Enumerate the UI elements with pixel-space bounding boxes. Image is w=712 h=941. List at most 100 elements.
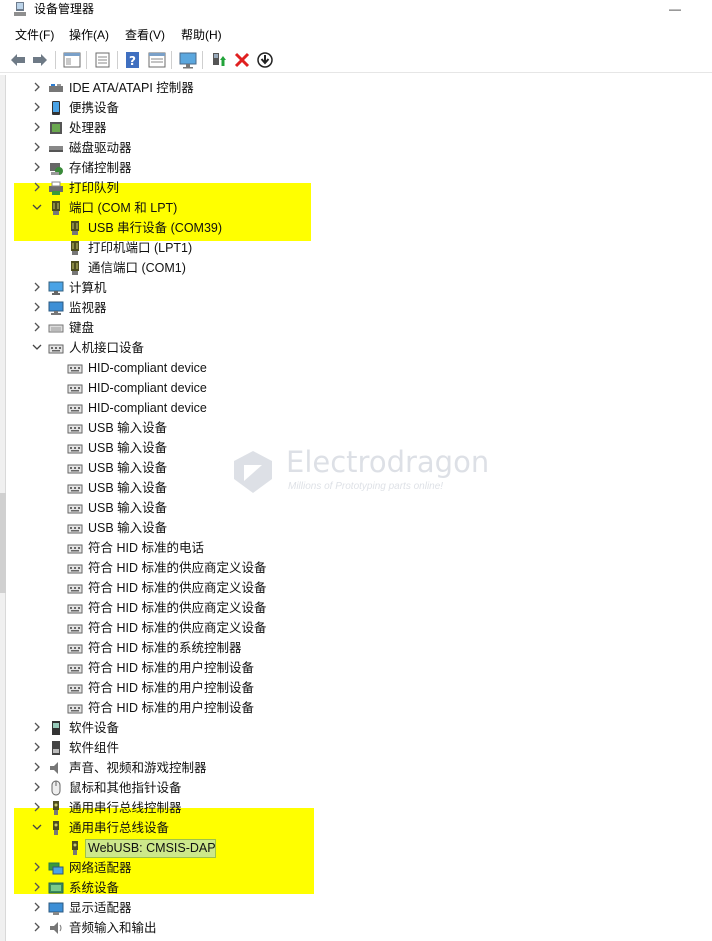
forward-icon[interactable] bbox=[30, 51, 50, 69]
tree-item-label: 打印队列 bbox=[69, 181, 120, 195]
tree-device-27[interactable]: 符合 HID 标准的供应商定义设备 bbox=[0, 618, 712, 638]
tree-category-5[interactable]: 打印队列 bbox=[0, 178, 712, 198]
collapse-chevron-icon[interactable] bbox=[31, 200, 43, 214]
tree-device-26[interactable]: 符合 HID 标准的供应商定义设备 bbox=[0, 598, 712, 618]
expand-chevron-icon[interactable] bbox=[31, 720, 43, 734]
uninstall-x-icon[interactable] bbox=[232, 51, 252, 69]
tree-device-31[interactable]: 符合 HID 标准的用户控制设备 bbox=[0, 698, 712, 718]
collapse-chevron-icon[interactable] bbox=[31, 340, 43, 354]
menu-view[interactable]: 查看(V) bbox=[125, 28, 165, 42]
tree-device-16[interactable]: HID-compliant device bbox=[0, 398, 712, 418]
tree-device-25[interactable]: 符合 HID 标准的供应商定义设备 bbox=[0, 578, 712, 598]
tree-device-18[interactable]: USB 输入设备 bbox=[0, 438, 712, 458]
expand-chevron-icon[interactable] bbox=[31, 160, 43, 174]
expand-chevron-icon[interactable] bbox=[31, 140, 43, 154]
expand-chevron-icon[interactable] bbox=[31, 740, 43, 754]
tree-device-19[interactable]: USB 输入设备 bbox=[0, 458, 712, 478]
tree-device-22[interactable]: USB 输入设备 bbox=[0, 518, 712, 538]
tree-category-34[interactable]: 声音、视频和游戏控制器 bbox=[0, 758, 712, 778]
device-manager-app-icon bbox=[14, 2, 26, 16]
tree-category-6[interactable]: 端口 (COM 和 LPT) bbox=[0, 198, 712, 218]
help-icon[interactable]: ? bbox=[124, 51, 144, 69]
portable-device-icon bbox=[52, 101, 60, 115]
tree-category-37[interactable]: 通用串行总线设备 bbox=[0, 818, 712, 838]
hid-icon bbox=[67, 704, 83, 714]
tree-category-39[interactable]: 网络适配器 bbox=[0, 858, 712, 878]
tree-category-10[interactable]: 计算机 bbox=[0, 278, 712, 298]
expand-chevron-icon[interactable] bbox=[31, 800, 43, 814]
tree-item-label: 处理器 bbox=[69, 121, 107, 135]
tree-device-7[interactable]: USB 串行设备 (COM39) bbox=[0, 218, 712, 238]
tree-category-0[interactable]: IDE ATA/ATAPI 控制器 bbox=[0, 78, 712, 98]
tree-category-1[interactable]: 便携设备 bbox=[0, 98, 712, 118]
tree-device-30[interactable]: 符合 HID 标准的用户控制设备 bbox=[0, 678, 712, 698]
tree-device-17[interactable]: USB 输入设备 bbox=[0, 418, 712, 438]
toolbar-separator bbox=[86, 51, 87, 69]
properties-icon[interactable] bbox=[147, 51, 167, 69]
tree-category-2[interactable]: 处理器 bbox=[0, 118, 712, 138]
tree-category-36[interactable]: 通用串行总线控制器 bbox=[0, 798, 712, 818]
expand-chevron-icon[interactable] bbox=[31, 300, 43, 314]
expand-chevron-icon[interactable] bbox=[31, 280, 43, 294]
hid-icon bbox=[67, 544, 83, 554]
tree-device-21[interactable]: USB 输入设备 bbox=[0, 498, 712, 518]
expand-chevron-icon[interactable] bbox=[31, 780, 43, 794]
toolbar: ? bbox=[0, 47, 712, 73]
menu-file[interactable]: 文件(F) bbox=[15, 28, 54, 42]
tree-category-3[interactable]: 磁盘驱动器 bbox=[0, 138, 712, 158]
expand-chevron-icon[interactable] bbox=[31, 900, 43, 914]
tree-item-label: 符合 HID 标准的系统控制器 bbox=[88, 641, 242, 655]
tree-item-label: HID-compliant device bbox=[88, 381, 207, 395]
tree-device-9[interactable]: 通信端口 (COM1) bbox=[0, 258, 712, 278]
hid-icon bbox=[67, 364, 83, 374]
tree-item-label: WebUSB: CMSIS-DAP bbox=[88, 841, 216, 855]
expand-chevron-icon[interactable] bbox=[31, 180, 43, 194]
tree-device-28[interactable]: 符合 HID 标准的系统控制器 bbox=[0, 638, 712, 658]
collapse-chevron-icon[interactable] bbox=[31, 820, 43, 834]
tree-category-13[interactable]: 人机接口设备 bbox=[0, 338, 712, 358]
tree-item-label: 符合 HID 标准的供应商定义设备 bbox=[88, 561, 267, 575]
menu-action[interactable]: 操作(A) bbox=[69, 28, 109, 42]
back-icon[interactable] bbox=[8, 51, 28, 69]
software-component-icon bbox=[52, 741, 60, 755]
tree-category-33[interactable]: 软件组件 bbox=[0, 738, 712, 758]
tree-category-42[interactable]: 音频输入和输出 bbox=[0, 918, 712, 938]
expand-chevron-icon[interactable] bbox=[31, 860, 43, 874]
minimize-button[interactable]: — bbox=[652, 0, 698, 22]
tree-category-32[interactable]: 软件设备 bbox=[0, 718, 712, 738]
tree-device-29[interactable]: 符合 HID 标准的用户控制设备 bbox=[0, 658, 712, 678]
expand-chevron-icon[interactable] bbox=[31, 760, 43, 774]
properties-window-icon[interactable] bbox=[62, 51, 82, 69]
expand-chevron-icon[interactable] bbox=[31, 100, 43, 114]
expand-chevron-icon[interactable] bbox=[31, 320, 43, 334]
tree-item-label: 监视器 bbox=[69, 301, 107, 315]
update-driver-icon[interactable] bbox=[209, 51, 229, 69]
tree-category-4[interactable]: 存储控制器 bbox=[0, 158, 712, 178]
hid-icon bbox=[67, 684, 83, 694]
tree-device-15[interactable]: HID-compliant device bbox=[0, 378, 712, 398]
tree-device-20[interactable]: USB 输入设备 bbox=[0, 478, 712, 498]
tree-item-label: USB 输入设备 bbox=[88, 421, 168, 435]
hid-icon bbox=[67, 424, 83, 434]
download-driver-icon[interactable] bbox=[255, 51, 275, 69]
tree-category-35[interactable]: 鼠标和其他指针设备 bbox=[0, 778, 712, 798]
tree-device-23[interactable]: 符合 HID 标准的电话 bbox=[0, 538, 712, 558]
tree-category-41[interactable]: 显示适配器 bbox=[0, 898, 712, 918]
tree-device-8[interactable]: 打印机端口 (LPT1) bbox=[0, 238, 712, 258]
monitor-scan-icon[interactable] bbox=[178, 51, 198, 69]
expand-chevron-icon[interactable] bbox=[31, 80, 43, 94]
tree-category-12[interactable]: 键盘 bbox=[0, 318, 712, 338]
tree-item-label: 通用串行总线控制器 bbox=[69, 801, 182, 815]
tree-device-24[interactable]: 符合 HID 标准的供应商定义设备 bbox=[0, 558, 712, 578]
title-bar: 设备管理器 — bbox=[0, 0, 712, 22]
tree-category-11[interactable]: 监视器 bbox=[0, 298, 712, 318]
tree-category-40[interactable]: 系统设备 bbox=[0, 878, 712, 898]
menu-help[interactable]: 帮助(H) bbox=[181, 28, 222, 42]
tree-device-38[interactable]: WebUSB: CMSIS-DAP bbox=[0, 838, 712, 858]
list-view-icon[interactable] bbox=[93, 51, 113, 69]
tree-device-14[interactable]: HID-compliant device bbox=[0, 358, 712, 378]
expand-chevron-icon[interactable] bbox=[31, 920, 43, 934]
display-adapter-icon bbox=[48, 902, 64, 915]
expand-chevron-icon[interactable] bbox=[31, 880, 43, 894]
expand-chevron-icon[interactable] bbox=[31, 120, 43, 134]
